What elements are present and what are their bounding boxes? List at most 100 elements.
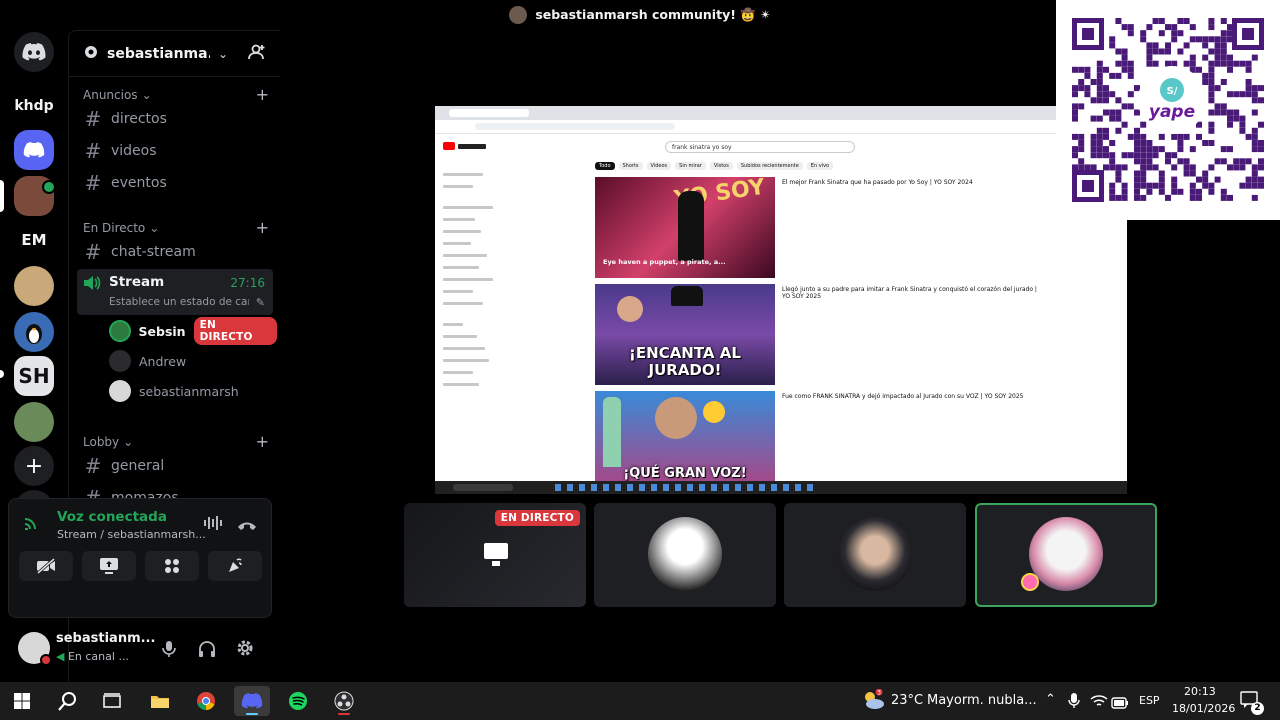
judge-face — [617, 296, 643, 322]
soundboard-button[interactable] — [208, 551, 262, 581]
clock-time[interactable]: 20:13 — [1184, 685, 1216, 698]
microphone-tray-icon[interactable] — [1068, 692, 1080, 713]
voice-channel-stream-label: Stream — [109, 274, 165, 290]
user-status-text: En canal ... — [67, 650, 129, 663]
weather-temp[interactable]: 23°C — [891, 693, 923, 708]
participant-tile-2[interactable] — [594, 503, 776, 607]
windows-start-button[interactable] — [4, 686, 40, 716]
chrome-button[interactable] — [188, 686, 224, 716]
singer-face — [655, 397, 697, 439]
live-badge: EN DIRECTO — [494, 510, 580, 526]
headphones-icon[interactable] — [198, 640, 216, 662]
chrome-icon — [197, 692, 215, 710]
language-indicator[interactable]: ESP — [1139, 694, 1160, 707]
add-channel-icon[interactable]: + — [256, 218, 269, 237]
voice-user-andrew[interactable]: Andrew — [109, 347, 277, 375]
server-name: sebastianma... — [107, 45, 210, 62]
channel-directos[interactable]: # directos — [77, 104, 273, 134]
participant-tile-speaking[interactable] — [975, 503, 1157, 607]
activities-button[interactable] — [145, 551, 199, 581]
server-avatar-2[interactable] — [14, 266, 54, 306]
stream-os-taskbar — [435, 481, 1127, 494]
notifications-button[interactable]: 2 — [1240, 691, 1264, 715]
screen-share-button[interactable] — [82, 551, 136, 581]
folder-icon — [151, 696, 169, 708]
discord-icon — [241, 693, 263, 709]
performer-silhouette — [677, 191, 704, 261]
add-server-icon[interactable]: + — [14, 446, 54, 486]
avatar[interactable] — [18, 632, 52, 666]
url-field — [475, 123, 675, 130]
server-khdp[interactable]: khdp — [14, 86, 54, 126]
chevron-down-icon: ⌄ — [141, 87, 152, 102]
shared-screen-stream[interactable]: frank sinatra yo soy Todo Shorts Videos … — [435, 106, 1127, 494]
obs-button[interactable] — [326, 686, 362, 716]
gear-icon[interactable] — [236, 639, 254, 661]
participant-tile-stream[interactable]: EN DIRECTO — [404, 503, 586, 607]
user-panel: sebastianm... ◀ En canal ... — [8, 628, 272, 672]
channel-chat-stream[interactable]: # chat-stream — [77, 237, 273, 267]
chevron-up-icon[interactable]: ⌃ — [1045, 692, 1056, 707]
server-discord-alt[interactable] — [14, 130, 54, 170]
server-active-avatar[interactable] — [14, 176, 56, 216]
activities-icon — [165, 559, 179, 573]
discord-taskbar-button[interactable] — [234, 686, 270, 716]
invite-user-icon[interactable] — [248, 43, 266, 65]
clock-date[interactable]: 18/01/2026 — [1172, 702, 1235, 715]
participant-tile-3[interactable] — [784, 503, 966, 607]
hash-icon: # — [84, 139, 102, 163]
voice-user-sebsin[interactable]: Sebsin EN DIRECTO — [109, 317, 277, 345]
channel-general[interactable]: # general — [77, 451, 273, 481]
voice-location[interactable]: Stream / sebastianmarsh... — [57, 528, 217, 541]
server-avatar-3[interactable] — [14, 402, 54, 442]
discord-home-icon[interactable] — [14, 32, 54, 72]
server-sh[interactable]: SH — [14, 356, 54, 396]
wifi-icon[interactable] — [1090, 693, 1108, 712]
yt-search-field: frank sinatra yo soy — [665, 141, 855, 153]
server-penguin[interactable] — [14, 312, 54, 352]
channel-eventos[interactable]: # eventos — [77, 168, 273, 198]
yt-chip: Shorts — [618, 162, 643, 170]
add-channel-icon[interactable]: + — [256, 432, 269, 451]
signal-icon[interactable] — [23, 513, 43, 535]
live-badge: EN DIRECTO — [193, 317, 277, 345]
voice-channel-stream[interactable]: Stream 27:16 Establece un estado de can.… — [77, 269, 273, 315]
weather-desc[interactable]: Mayorm. nubla... — [927, 693, 1037, 708]
weather-icon[interactable]: 3 — [860, 688, 886, 715]
add-channel-icon[interactable]: + — [256, 85, 269, 104]
task-view-button[interactable] — [94, 686, 130, 716]
avatar — [648, 517, 722, 591]
category-lobby[interactable]: Lobby ⌄ + — [83, 432, 269, 451]
server-avatar-icon — [509, 6, 528, 24]
yt-chip: Sin mirar — [675, 162, 706, 170]
server-header[interactable]: sebastianma... ⌄ — [69, 31, 280, 77]
youtube-wordmark — [458, 143, 486, 149]
file-explorer-button[interactable] — [142, 686, 178, 716]
microphone-icon[interactable] — [162, 640, 176, 662]
disconnect-icon[interactable] — [237, 517, 257, 536]
unread-pill — [0, 370, 4, 378]
thumbnail-caption: Eye haven a puppet, a pirate, a... — [603, 258, 726, 266]
yt-chip: Subidos recientemente — [736, 162, 803, 170]
voice-user-sebastianmarsh[interactable]: sebastianmarsh — [109, 377, 277, 405]
spotify-button[interactable] — [280, 686, 316, 716]
recording-indicator — [338, 713, 350, 715]
spotify-icon — [289, 692, 307, 710]
channel-videos[interactable]: # videos — [77, 136, 273, 166]
stream-search-bar — [453, 484, 513, 491]
battery-icon[interactable] — [1111, 694, 1129, 713]
category-en-directo[interactable]: En Directo ⌄ + — [83, 218, 269, 237]
voice-status: Voz conectada — [57, 509, 167, 525]
avatar — [109, 380, 131, 402]
stream-timer: 27:16 — [230, 276, 265, 290]
browser-tab-bar — [435, 106, 1127, 120]
camera-off-button[interactable] — [19, 551, 73, 581]
category-anuncios[interactable]: Anuncios ⌄ + — [83, 85, 269, 104]
search-button[interactable] — [50, 686, 86, 716]
edit-pencil-icon[interactable]: ✎ — [256, 296, 265, 309]
server-settings-icon — [83, 44, 99, 64]
noise-suppression-icon[interactable] — [203, 515, 223, 535]
qr-code-icon: S/ yape — [1056, 0, 1280, 220]
server-em[interactable]: EM — [14, 220, 54, 260]
windows-logo-icon — [14, 693, 30, 709]
